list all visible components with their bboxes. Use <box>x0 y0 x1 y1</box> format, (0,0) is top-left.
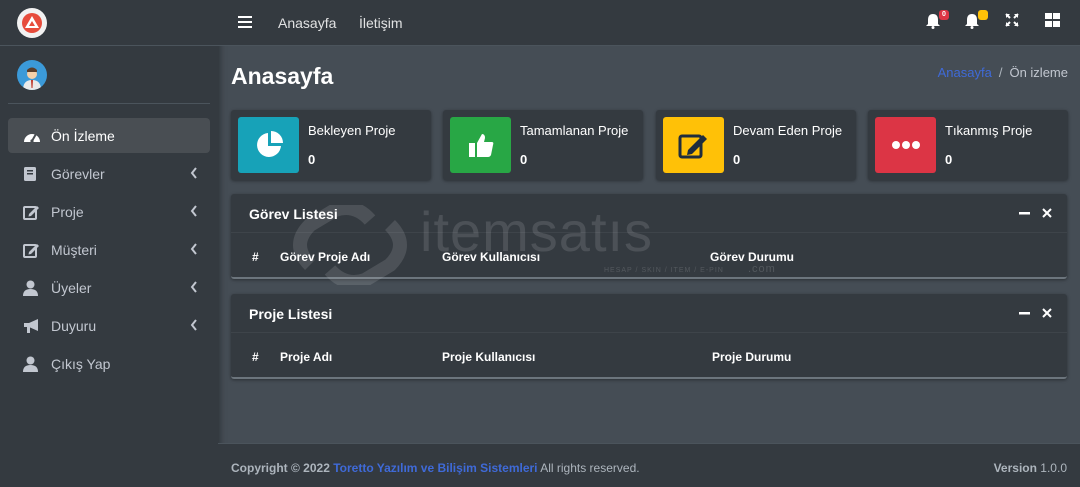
ellipsis-icon <box>875 117 936 173</box>
footer-version: Version 1.0.0 <box>994 461 1067 475</box>
sidebar-item-label: Görevler <box>51 165 105 182</box>
chevron-left-icon <box>190 318 198 334</box>
column-header[interactable]: # <box>252 350 259 364</box>
chevron-left-icon <box>190 166 198 182</box>
edit-icon <box>23 241 43 259</box>
column-header[interactable]: # <box>252 250 259 264</box>
info-box-tamamlanan: Tamamlanan Proje 0 <box>443 110 643 180</box>
breadcrumb-separator: / <box>998 65 1003 80</box>
copyright-text: Copyright © 2022 <box>231 461 330 475</box>
footer: Copyright © 2022 Toretto Yazılım ve Bili… <box>218 443 1080 487</box>
sidebar-item-uyeler[interactable]: Üyeler <box>8 270 210 305</box>
sidebar-item-gorevler[interactable]: Görevler <box>8 156 210 191</box>
breadcrumb-link-anasayfa[interactable]: Anasayfa <box>938 65 992 80</box>
close-icon[interactable] <box>1040 306 1054 320</box>
info-box-label: Tıkanmış Proje <box>945 123 1033 138</box>
alerts-button[interactable] <box>964 10 988 31</box>
chevron-left-icon <box>190 204 198 220</box>
close-icon[interactable] <box>1040 206 1054 220</box>
fullscreen-icon[interactable] <box>1005 13 1023 31</box>
info-box-tikanmis: Tıkanmış Proje 0 <box>868 110 1068 180</box>
info-box-value: 0 <box>520 152 528 167</box>
card-title: Görev Listesi <box>249 206 338 222</box>
info-box-bekleyen: Bekleyen Proje 0 <box>231 110 431 180</box>
company-link[interactable]: Toretto Yazılım ve Bilişim Sistemleri <box>333 461 537 475</box>
sidebar-item-label: Üyeler <box>51 279 92 296</box>
sidebar: Ön İzleme Görevler Proje Müşteri Üyeler … <box>0 0 218 487</box>
chevron-left-icon <box>190 242 198 258</box>
project-list-card: Proje Listesi # Proje Adı Proje Kullanıc… <box>231 294 1067 379</box>
hamburger-menu-icon[interactable] <box>238 15 252 33</box>
chevron-left-icon <box>190 280 198 296</box>
column-header[interactable]: Proje Kullanıcısı <box>442 350 535 364</box>
card-header: Proje Listesi <box>231 294 1067 333</box>
info-box-value: 0 <box>945 152 953 167</box>
version-number: 1.0.0 <box>1040 461 1067 475</box>
sidebar-item-musteri[interactable]: Müşteri <box>8 232 210 267</box>
rights-text: All rights reserved. <box>540 461 640 475</box>
table-header: # Proje Adı Proje Kullanıcısı Proje Duru… <box>231 333 1067 377</box>
card-title: Proje Listesi <box>249 306 333 322</box>
sidebar-item-label: Duyuru <box>51 317 97 334</box>
user-icon <box>23 355 43 373</box>
footer-copyright: Copyright © 2022 Toretto Yazılım ve Bili… <box>231 461 640 475</box>
alert-badge <box>978 10 988 20</box>
minus-icon[interactable] <box>1017 306 1031 320</box>
sidebar-item-on-izleme[interactable]: Ön İzleme <box>8 118 210 153</box>
column-header[interactable]: Proje Adı <box>280 350 332 364</box>
column-header[interactable]: Görev Kullanıcısı <box>442 250 540 264</box>
chart-pie-icon <box>238 117 299 173</box>
task-list-card: Görev Listesi # Görev Proje Adı Görev Ku… <box>231 194 1067 279</box>
info-box-devam-eden: Devam Eden Proje 0 <box>656 110 856 180</box>
sidebar-item-label: Proje <box>51 203 84 220</box>
top-navbar: Anasayfa İletişim 0 <box>218 0 1080 46</box>
sidebar-item-label: Çıkış Yap <box>51 355 111 372</box>
info-box-label: Devam Eden Proje <box>733 123 843 138</box>
column-header[interactable]: Proje Durumu <box>712 350 791 364</box>
card-header: Görev Listesi <box>231 194 1067 233</box>
info-box-label: Bekleyen Proje <box>308 123 396 138</box>
bullhorn-icon <box>23 317 43 335</box>
sidebar-item-duyuru[interactable]: Duyuru <box>8 308 210 343</box>
info-box-value: 0 <box>308 152 316 167</box>
table-header: # Görev Proje Adı Görev Kullanıcısı Göre… <box>231 233 1067 277</box>
notification-badge: 0 <box>939 10 949 20</box>
avatar[interactable] <box>17 59 47 90</box>
user-icon <box>23 279 43 297</box>
breadcrumb-current: Ön izleme <box>1009 65 1068 80</box>
info-box-value: 0 <box>733 152 741 167</box>
user-panel <box>8 46 210 104</box>
column-header[interactable]: Görev Durumu <box>710 250 794 264</box>
page-title: Anasayfa <box>231 63 334 89</box>
brand-logo[interactable] <box>17 7 47 38</box>
version-label: Version <box>993 461 1037 475</box>
control-sidebar-icon[interactable] <box>1045 13 1063 31</box>
thumbs-up-icon <box>450 117 511 173</box>
sidebar-item-label: Müşteri <box>51 241 97 258</box>
edit-icon <box>663 117 724 173</box>
tachometer-icon <box>23 127 43 145</box>
nav-link-iletisim[interactable]: İletişim <box>359 15 403 31</box>
sidebar-nav: Ön İzleme Görevler Proje Müşteri Üyeler … <box>0 104 218 381</box>
notifications-button[interactable]: 0 <box>925 10 949 31</box>
sidebar-item-label: Ön İzleme <box>51 127 115 144</box>
sidebar-item-cikis-yap[interactable]: Çıkış Yap <box>8 346 210 381</box>
nav-link-anasayfa[interactable]: Anasayfa <box>278 15 336 31</box>
sidebar-item-proje[interactable]: Proje <box>8 194 210 229</box>
book-icon <box>23 165 43 183</box>
main-content: Anasayfa Anasayfa / Ön izleme Bekleyen Pro… <box>218 46 1080 443</box>
edit-icon <box>23 203 43 221</box>
minus-icon[interactable] <box>1017 206 1031 220</box>
brand[interactable] <box>0 0 218 46</box>
breadcrumb: Anasayfa / Ön izleme <box>938 65 1068 80</box>
column-header[interactable]: Görev Proje Adı <box>280 250 370 264</box>
info-box-label: Tamamlanan Proje <box>520 123 629 138</box>
